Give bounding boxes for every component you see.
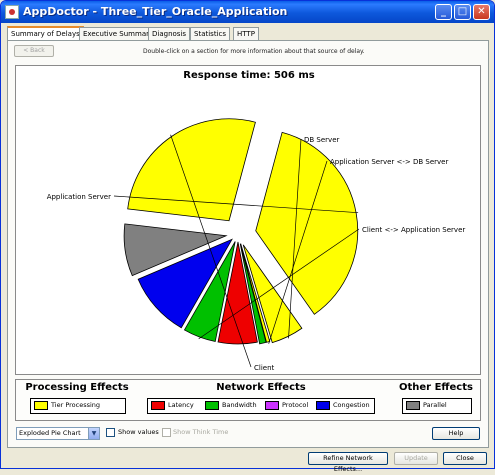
pie-chart-area: Response time: 506 ms Application Server… bbox=[15, 65, 481, 375]
swatch-gray bbox=[406, 401, 420, 410]
hint-text: Double-click on a section for more infor… bbox=[143, 48, 365, 55]
chevron-down-icon[interactable]: ▼ bbox=[88, 428, 99, 439]
legend-area: Processing Effects Tier Processing Netwo… bbox=[15, 379, 481, 421]
chart-type-select[interactable]: Exploded Pie Chart ▼ bbox=[16, 427, 100, 440]
legend-item-congestion[interactable]: Congestion bbox=[316, 401, 370, 410]
slice-label[interactable]: Application Server <-> DB Server bbox=[330, 158, 448, 166]
show-values-label: Show values bbox=[118, 428, 159, 436]
slice-label[interactable]: Client bbox=[254, 364, 275, 372]
legend-item-parallel[interactable]: Parallel bbox=[406, 401, 447, 410]
tab-executive-summary[interactable]: Executive Summary bbox=[79, 27, 158, 41]
legend-item-tier-processing[interactable]: Tier Processing bbox=[34, 401, 100, 410]
controls-row: Exploded Pie Chart ▼ Show values Show Th… bbox=[14, 427, 484, 443]
legend-processing-title: Processing Effects bbox=[25, 382, 129, 393]
footer-bar: Refine Network Effects... Update Close bbox=[1, 450, 494, 473]
tab-diagnosis[interactable]: Diagnosis bbox=[148, 27, 191, 41]
legend-network-title: Network Effects bbox=[216, 382, 306, 393]
legend-item-protocol[interactable]: Protocol bbox=[265, 401, 308, 410]
pie-slice[interactable] bbox=[127, 118, 256, 222]
refine-network-effects-button[interactable]: Refine Network Effects... bbox=[308, 452, 388, 473]
slice-label[interactable]: DB Server bbox=[304, 136, 339, 144]
swatch-red bbox=[151, 401, 165, 410]
show-values-checkbox[interactable] bbox=[106, 428, 115, 437]
close-window-button[interactable]: ✕ bbox=[473, 4, 490, 20]
legend-network: Network Effects Latency Bandwidth Protoc… bbox=[141, 382, 381, 414]
swatch-green bbox=[205, 401, 219, 410]
app-window: AppDoctor - Three_Tier_Oracle_Applicatio… bbox=[0, 0, 495, 473]
legend-other-title: Other Effects bbox=[399, 382, 473, 393]
summary-panel: < Back Double-click on a section for mor… bbox=[7, 40, 489, 448]
slice-label[interactable]: Application Server bbox=[47, 193, 111, 201]
swatch-yellow bbox=[34, 401, 48, 410]
maximize-button[interactable]: □ bbox=[454, 4, 471, 20]
window-title: AppDoctor - Three_Tier_Oracle_Applicatio… bbox=[23, 5, 288, 18]
show-think-time-label: Show Think Time bbox=[173, 428, 229, 436]
update-button[interactable]: Update bbox=[394, 452, 438, 465]
tab-statistics[interactable]: Statistics bbox=[190, 27, 230, 41]
swatch-blue bbox=[316, 401, 330, 410]
legend-item-bandwidth[interactable]: Bandwidth bbox=[205, 401, 257, 410]
help-button[interactable]: Help bbox=[432, 427, 480, 440]
pie-chart: Application Server DB Server Application S… bbox=[47, 118, 465, 372]
minimize-button[interactable]: _ bbox=[435, 4, 452, 20]
legend-item-latency[interactable]: Latency bbox=[151, 401, 194, 410]
slice-label[interactable]: Client <-> Application Server bbox=[362, 226, 465, 234]
title-bar[interactable]: AppDoctor - Three_Tier_Oracle_Applicatio… bbox=[1, 1, 494, 23]
close-button[interactable]: Close bbox=[443, 452, 487, 465]
app-icon bbox=[5, 5, 19, 19]
legend-other: Other Effects Parallel bbox=[396, 382, 476, 414]
back-button[interactable]: < Back bbox=[14, 45, 54, 57]
tab-http[interactable]: HTTP bbox=[233, 27, 259, 41]
legend-processing: Processing Effects Tier Processing bbox=[22, 382, 132, 414]
swatch-purple bbox=[265, 401, 279, 410]
show-think-time-checkbox[interactable] bbox=[162, 428, 171, 437]
